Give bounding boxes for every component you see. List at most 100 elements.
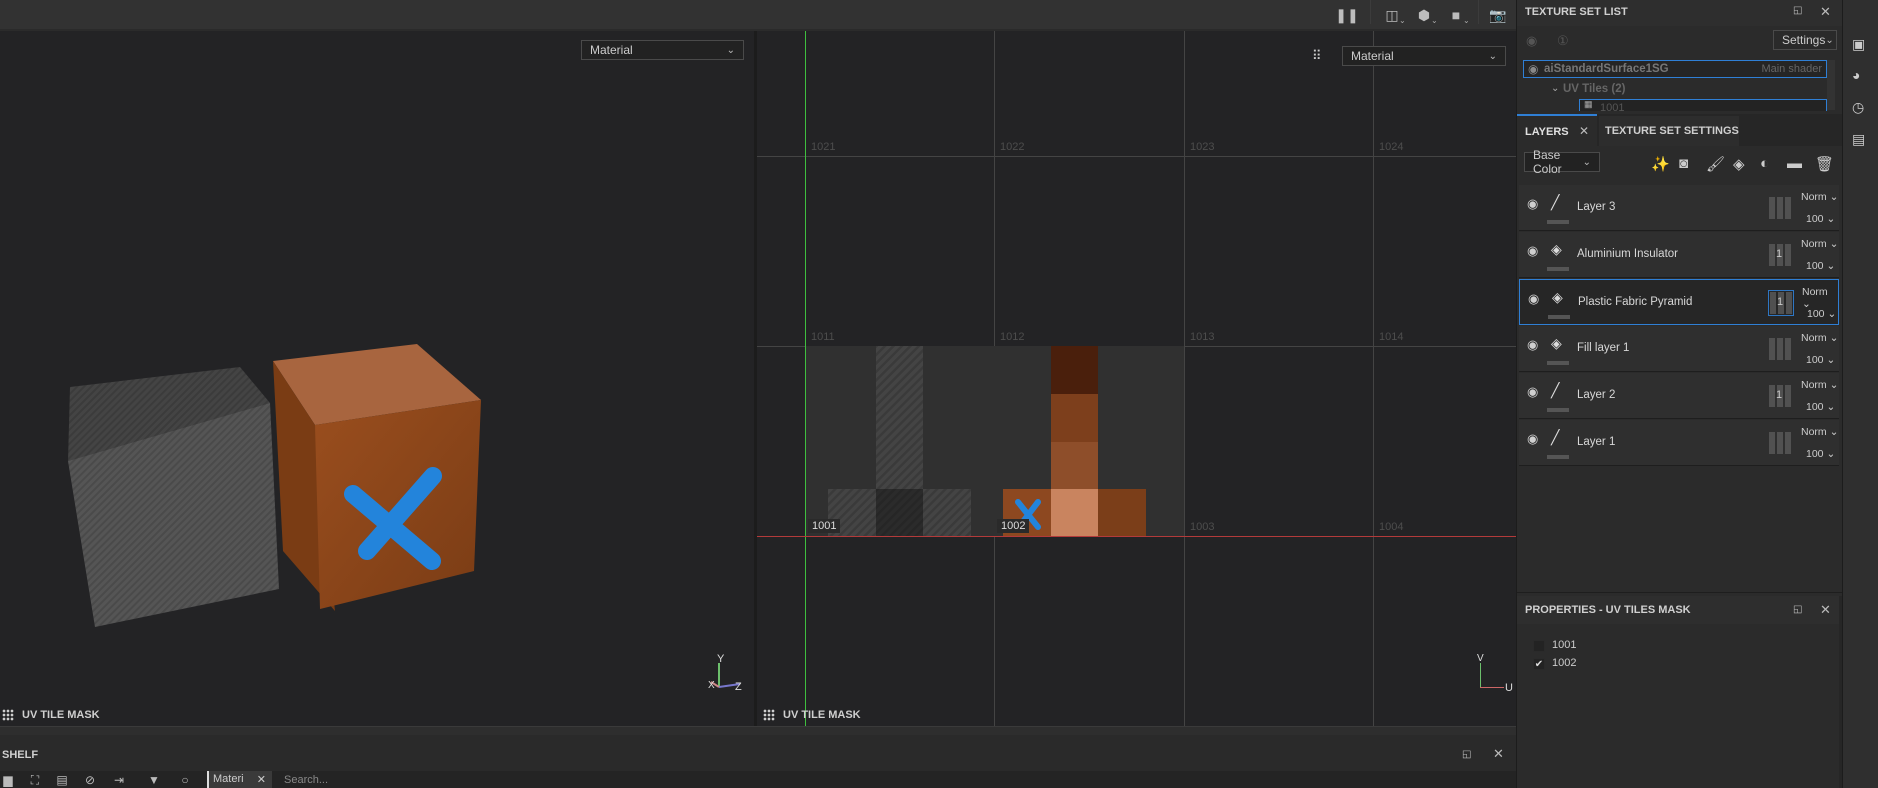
eye-icon[interactable]: ◉	[1527, 384, 1538, 400]
layer-name[interactable]: Layer 3	[1577, 201, 1615, 213]
add-folder-icon[interactable]: ▬	[1787, 155, 1802, 172]
close-icon[interactable]: ✕	[1820, 602, 1831, 618]
layer-thumbnail	[1548, 315, 1570, 319]
display-settings-icon[interactable]: ▣	[1852, 36, 1870, 54]
uv-tile-item[interactable]: ▦ 1001	[1579, 99, 1827, 111]
layer-row[interactable]: ◉ ╱ Layer 3 Norm ⌄ 100 ⌄	[1519, 185, 1839, 231]
save-icon[interactable]: ▤	[55, 773, 69, 787]
layer-row[interactable]: ◉ ◈ Aluminium Insulator 1 Norm ⌄ 100 ⌄	[1519, 232, 1839, 278]
right-dock: TEXTURE SET LIST ◱ ✕ ◉ ① Settings ⌄ ◉ aiS…	[1516, 0, 1843, 788]
delete-layer-icon[interactable]: 🗑	[1815, 155, 1834, 173]
tab-layers[interactable]: LAYERS ✕	[1517, 114, 1597, 146]
layer-mask-thumbnail[interactable]	[1769, 338, 1791, 360]
add-paint-layer-icon[interactable]: 🖌	[1706, 155, 1725, 173]
layer-row[interactable]: ◉ ◈ Fill layer 1 Norm ⌄ 100 ⌄	[1519, 326, 1839, 372]
layer-name[interactable]: Aluminium Insulator	[1577, 248, 1678, 260]
layer-mask-thumbnail[interactable]: 1	[1769, 244, 1791, 266]
layer-row[interactable]: ◉ ╱ Layer 2 1 Norm ⌄ 100 ⌄	[1519, 373, 1839, 419]
uv-tile-label: 1021	[811, 141, 836, 153]
blend-mode-select[interactable]: Norm ⌄	[1801, 332, 1838, 344]
layer-name[interactable]: Plastic Fabric Pyramid	[1578, 296, 1692, 308]
opacity-select[interactable]: 100 ⌄	[1806, 448, 1835, 460]
uv-gizmo-v	[1480, 663, 1481, 687]
close-icon[interactable]: ✕	[1820, 4, 1831, 20]
shader-settings-icon[interactable]: ◕	[1852, 67, 1870, 85]
add-mask-icon[interactable]: ◙	[1679, 155, 1688, 172]
refresh-icon[interactable]: ○	[178, 773, 192, 787]
chevron-down-icon[interactable]: ⌄	[1431, 16, 1438, 25]
opacity-select[interactable]: 100 ⌄	[1807, 308, 1836, 320]
layer-row[interactable]: ◉ ◈ Plastic Fabric Pyramid 1 Norm ⌄ 100 ⌄	[1519, 279, 1839, 325]
filter-tag[interactable]: Materi ✕	[207, 771, 272, 788]
layer-name[interactable]: Layer 1	[1577, 436, 1615, 448]
close-icon[interactable]: ✕	[1493, 746, 1504, 762]
blend-mode-value: Norm	[1801, 426, 1827, 438]
tile-checkbox-1001[interactable]	[1533, 640, 1545, 652]
new-preset-icon[interactable]: ⛶	[28, 773, 42, 787]
scrollbar[interactable]	[1827, 60, 1835, 110]
blend-mode-select[interactable]: Norm ⌄	[1801, 238, 1838, 250]
add-effect-icon[interactable]: ✨	[1651, 155, 1670, 173]
layer-mask-thumbnail[interactable]: 1	[1768, 290, 1794, 316]
opacity-select[interactable]: 100 ⌄	[1806, 401, 1835, 413]
viewport-3d[interactable]: Material ⌄ Y X Z UV TILE MASK	[0, 31, 754, 726]
tab-texture-set-settings[interactable]: TEXTURE SET SETTINGS	[1599, 116, 1739, 146]
uv-tile-tag-1002[interactable]: 1002	[997, 519, 1030, 533]
shelf-title: SHELF	[2, 749, 39, 761]
pause-icon[interactable]: ❚❚	[1335, 5, 1358, 25]
axis-v-label: V	[1477, 653, 1484, 664]
close-icon[interactable]: ✕	[1579, 124, 1589, 138]
shelf-search-input[interactable]: Search...	[284, 774, 328, 786]
texture-set-item[interactable]: ◉ aiStandardSurface1SG Main shader	[1523, 60, 1827, 78]
eye-icon[interactable]: ◉	[1527, 337, 1538, 353]
history-icon[interactable]: ◷	[1852, 99, 1870, 117]
add-smart-material-icon[interactable]: ◐	[1760, 155, 1769, 172]
hide-icon[interactable]: ⊘	[83, 773, 97, 787]
tile-checkbox-1002[interactable]: ✔	[1533, 658, 1545, 670]
viewport-2d[interactable]: 1021 1022 1023 1024 1011 1012 1013 1014 …	[757, 31, 1516, 726]
blend-mode-select[interactable]: Norm ⌄	[1801, 191, 1838, 203]
layer-mask-thumbnail[interactable]	[1769, 432, 1791, 454]
opacity-select[interactable]: 100 ⌄	[1806, 354, 1835, 366]
uv-tiles-group[interactable]: UV Tiles (2)	[1563, 83, 1625, 95]
properties-title: PROPERTIES - UV TILES MASK	[1525, 604, 1691, 616]
layer-mask-thumbnail[interactable]: 1	[1769, 385, 1791, 407]
screenshot-icon[interactable]: 📷	[1488, 5, 1508, 25]
chevron-down-icon[interactable]: ⌄	[1463, 16, 1470, 25]
blend-mode-select[interactable]: Norm ⌄	[1802, 286, 1838, 310]
filter-icon[interactable]: ▼	[147, 773, 161, 787]
log-icon[interactable]: ▤	[1852, 131, 1870, 149]
channel-select[interactable]: Base Color ⌄	[1524, 148, 1600, 176]
settings-dropdown[interactable]: Settings ⌄	[1773, 30, 1837, 50]
eye-icon[interactable]: ◉	[1527, 243, 1538, 259]
import-icon[interactable]: ⇥	[112, 773, 126, 787]
viewport-2d-channel-select[interactable]: Material ⌄	[1342, 46, 1506, 66]
uv-tile-label: 1022	[1000, 141, 1025, 153]
opacity-value: 100	[1807, 308, 1825, 320]
shelf-splitter[interactable]	[0, 726, 1516, 735]
eye-icon[interactable]: ◉	[1528, 62, 1538, 76]
close-icon[interactable]: ✕	[257, 773, 266, 786]
opacity-select[interactable]: 100 ⌄	[1806, 260, 1835, 272]
undock-icon[interactable]: ◱	[1793, 5, 1802, 16]
layer-mask-thumbnail[interactable]	[1769, 197, 1791, 219]
chevron-down-icon[interactable]: ⌄	[1551, 83, 1559, 94]
eye-icon[interactable]: ◉	[1527, 196, 1538, 212]
undock-icon[interactable]: ◱	[1462, 749, 1471, 760]
uv-tile-tag-1001[interactable]: 1001	[808, 519, 841, 533]
layer-row[interactable]: ◉ ╱ Layer 1 Norm ⌄ 100 ⌄	[1519, 420, 1839, 466]
folder-icon[interactable]: ▆	[1, 773, 15, 787]
blend-mode-select[interactable]: Norm ⌄	[1801, 379, 1838, 391]
opacity-select[interactable]: 100 ⌄	[1806, 213, 1835, 225]
solo-icon[interactable]: ①	[1557, 33, 1569, 49]
add-fill-layer-icon[interactable]: ◈	[1733, 155, 1745, 173]
blend-mode-select[interactable]: Norm ⌄	[1801, 426, 1838, 438]
eye-icon[interactable]: ◉	[1528, 291, 1539, 307]
layer-name[interactable]: Fill layer 1	[1577, 342, 1629, 354]
viewer-info-icon[interactable]: ⠿	[1312, 48, 1326, 63]
visibility-toggle-icon[interactable]: ◉	[1526, 33, 1537, 49]
eye-icon[interactable]: ◉	[1527, 431, 1538, 447]
undock-icon[interactable]: ◱	[1793, 604, 1802, 615]
chevron-down-icon[interactable]: ⌄	[1399, 16, 1406, 25]
layer-name[interactable]: Layer 2	[1577, 389, 1615, 401]
